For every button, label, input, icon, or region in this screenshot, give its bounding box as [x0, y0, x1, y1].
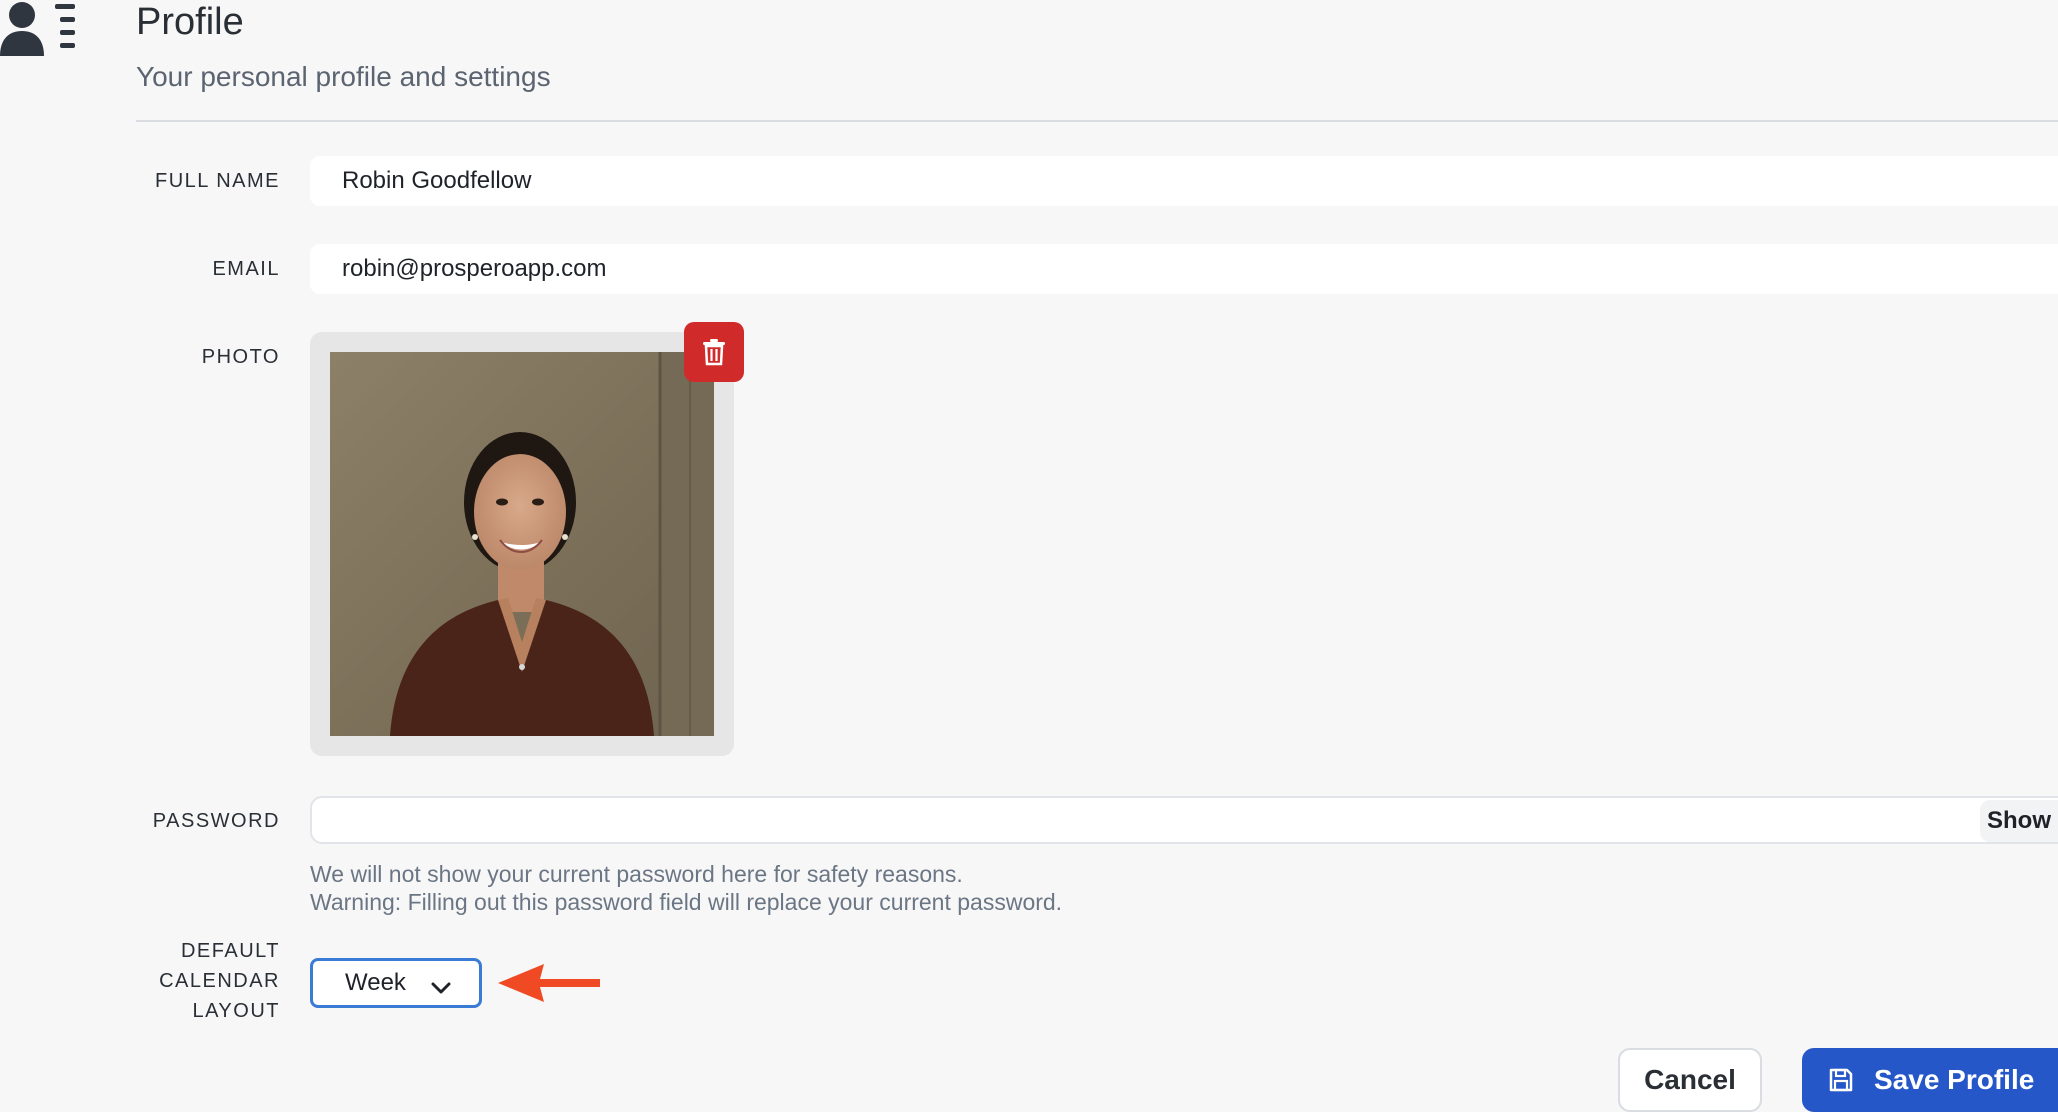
- chevron-down-icon: [431, 974, 451, 1002]
- password-label: PASSWORD: [152, 810, 280, 832]
- page-subtitle: Your personal profile and settings: [136, 61, 551, 92]
- save-profile-button[interactable]: Save Profile: [1802, 1048, 2058, 1112]
- full-name-label: FULL NAME: [154, 170, 280, 192]
- photo-frame: [310, 332, 734, 756]
- profile-photo: [330, 352, 714, 736]
- full-name-field[interactable]: Robin Goodfellow: [310, 156, 2058, 206]
- show-password-button[interactable]: Show: [1980, 800, 2058, 842]
- calendar-layout-label-line-3: LAYOUT: [192, 1000, 280, 1022]
- trash-icon: [701, 338, 727, 366]
- photo-label: PHOTO: [201, 346, 280, 368]
- page-header: Profile Your personal profile and settin…: [136, 0, 551, 94]
- calendar-layout-select[interactable]: Week: [310, 958, 482, 1008]
- save-profile-label: Save Profile: [1874, 1064, 2035, 1095]
- user-list-icon: [0, 0, 78, 58]
- password-input[interactable]: [310, 796, 2058, 844]
- calendar-layout-label-line-2: CALENDAR: [159, 970, 280, 992]
- calendar-layout-label: DEFAULT CALENDAR LAYOUT: [159, 936, 280, 1026]
- email-label: EMAIL: [212, 258, 280, 280]
- email-field[interactable]: robin@prosperoapp.com: [310, 244, 2058, 294]
- calendar-layout-selected-value: Week: [345, 969, 406, 996]
- annotation-arrow-icon: [496, 960, 602, 1011]
- page-title: Profile: [136, 1, 244, 43]
- header-divider: [136, 120, 2058, 122]
- calendar-layout-label-line-1: DEFAULT: [180, 940, 280, 962]
- password-help-line-2: Warning: Filling out this password field…: [310, 889, 1063, 915]
- password-help-line-1: We will not show your current password h…: [310, 861, 963, 887]
- delete-photo-button[interactable]: [684, 322, 744, 382]
- cancel-button[interactable]: Cancel: [1618, 1048, 1762, 1112]
- password-help-text: We will not show your current password h…: [310, 860, 1062, 916]
- floppy-disk-icon: [1828, 1067, 1854, 1093]
